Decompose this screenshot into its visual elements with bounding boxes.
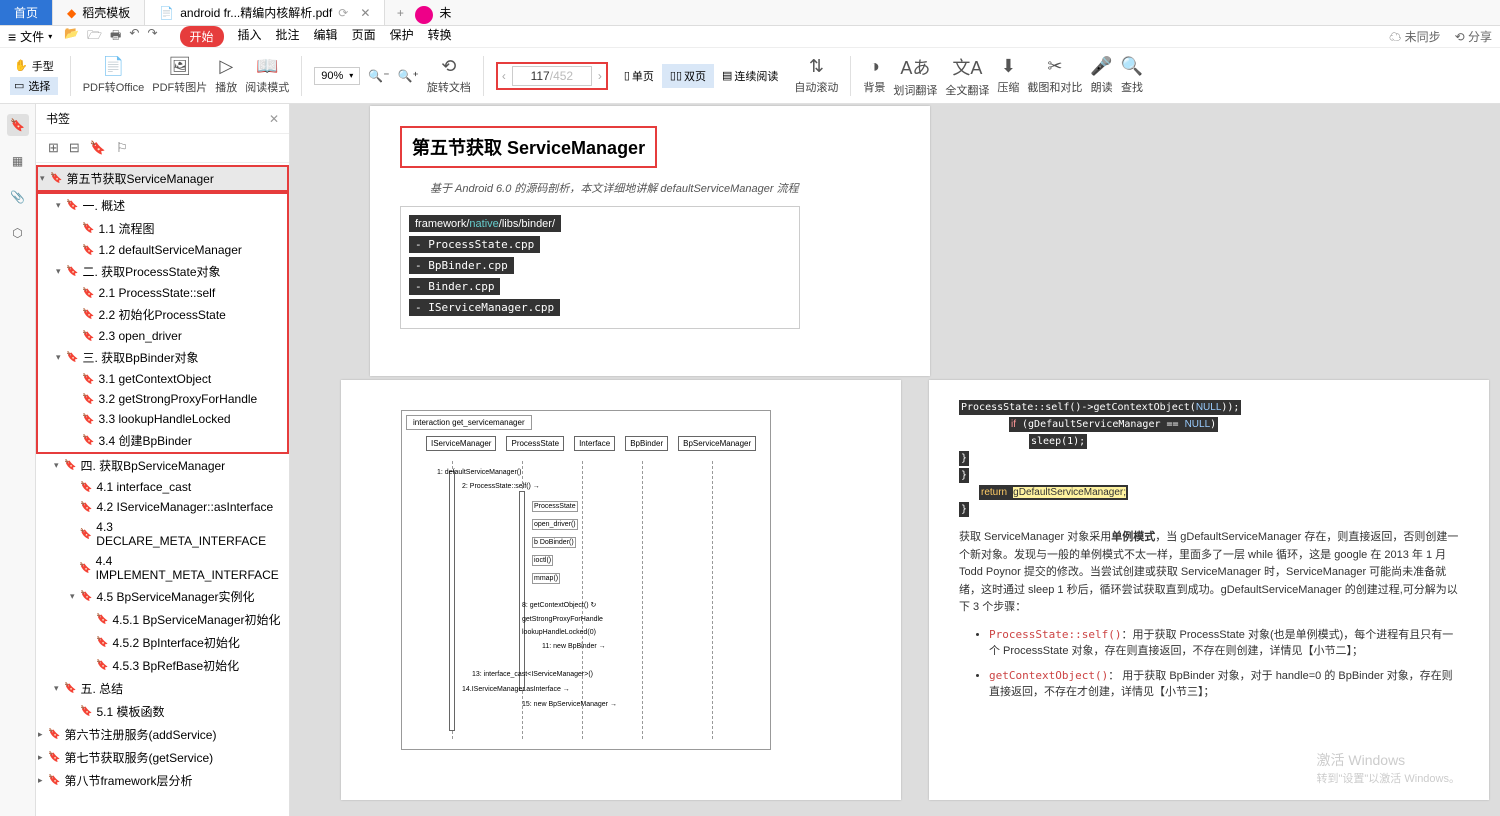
pdf2img[interactable]: 🖼PDF转图片 [152,56,207,95]
bookmark-item[interactable]: ▸🔖第八节framework层分析 [36,769,289,792]
subtitle: 基于 Android 6.0 的源码剖析，本文详细地讲解 defaultServ… [430,180,900,196]
pdf-page: interaction get_servicemanager IServiceM… [341,380,901,800]
pdf-page: ProcessState::self()->getContextObject(N… [929,380,1489,800]
bookmark-item[interactable]: 🔖4.5.3 BpRefBase初始化 [36,654,289,677]
list-item: getContextObject()： 用于获取 BpBinder 对象，对于 … [989,668,1459,701]
bookmark-item[interactable]: 🔖4.3 DECLARE_META_INTERFACE [36,517,289,551]
avatar[interactable] [415,6,433,24]
hand-tool[interactable]: ✋ 手型 [10,57,58,75]
file-menu[interactable]: 文件 [20,28,44,45]
bookmark-item[interactable]: ▾🔖三. 获取BpBinder对象 [38,346,287,369]
bookmark-icon[interactable]: 🔖 [7,114,29,136]
tab-template[interactable]: ◆稻壳模板 [53,0,145,25]
bookmark-item[interactable]: 🔖2.2 初始化ProcessState [38,303,287,326]
zoom-in-icon[interactable]: 🔍⁺ [398,69,419,83]
linetr[interactable]: Aあ划词翻译 [893,54,937,98]
autoscroll[interactable]: ⇅自动滚动 [794,56,838,95]
bookmark-item[interactable]: ▾🔖二. 获取ProcessState对象 [38,260,287,283]
readmode[interactable]: 📖阅读模式 [245,56,289,95]
section-title: 第五节获取 ServiceManager [400,126,657,168]
bg[interactable]: ◑背景 [863,56,885,95]
open-icon[interactable]: 📂 [64,26,79,47]
screenshot[interactable]: ✂截图和对比 [1027,56,1082,95]
collapse-all-icon[interactable]: ⊟ [69,140,80,156]
bookmark-add-icon[interactable]: 🔖 [90,140,106,156]
list-item: ProcessState::self()：用于获取 ProcessState 对… [989,627,1459,660]
bookmark-item[interactable]: 🔖3.1 getContextObject [38,369,287,389]
zoom-select[interactable]: 90%▾ [314,67,360,85]
bookmark-item[interactable]: 🔖1.1 流程图 [38,217,287,240]
bookmark-item[interactable]: 🔖2.3 open_driver [38,326,287,346]
bookmark-item[interactable]: ▸🔖第七节获取服务(getService) [36,746,289,769]
tab-pdf[interactable]: 📄android fr...精编内核解析.pdf⟳✕ [145,0,385,25]
bookmark-item[interactable]: 🔖4.4 IMPLEMENT_META_INTERFACE [36,551,289,585]
undo-icon[interactable]: ↶ [129,26,139,47]
bookmark-item[interactable]: 🔖3.4 创建BpBinder [38,429,287,452]
bookmark-item[interactable]: 🔖1.2 defaultServiceManager [38,240,287,260]
tab-home[interactable]: 首页 [0,0,53,25]
user-label: 未 [439,4,451,21]
menu-page[interactable]: 页面 [352,26,376,47]
bookmark-item[interactable]: ▾🔖一. 概述 [38,194,287,217]
bookmark-flag-icon[interactable]: ⚐ [116,140,128,156]
expand-all-icon[interactable]: ⊞ [48,140,59,156]
compress[interactable]: ⬇压缩 [997,56,1019,95]
bookmark-item[interactable]: ▾🔖五. 总结 [36,677,289,700]
bookmark-item[interactable]: 🔖4.5.2 BpInterface初始化 [36,631,289,654]
thumbnail-icon[interactable]: ▦ [7,150,29,172]
sequence-diagram: interaction get_servicemanager IServiceM… [401,410,771,750]
search[interactable]: 🔍查找 [1121,56,1143,95]
zoom-out-icon[interactable]: 🔍⁻ [368,69,389,83]
bookmark-item[interactable]: 🔖4.2 IServiceManager::asInterface [36,497,289,517]
readaloud[interactable]: 🎤朗读 [1090,56,1112,95]
view-double[interactable]: ▯▯双页 [662,64,714,88]
menu-annotate[interactable]: 批注 [276,26,300,47]
bookmark-item[interactable]: 🔖4.5.1 BpServiceManager初始化 [36,608,289,631]
prev-page-icon[interactable]: ‹ [502,69,506,83]
view-single[interactable]: ▯单页 [616,64,662,88]
watermark: 激活 Windows 转到"设置"以激活 Windows。 [1317,750,1461,786]
menu-icon[interactable]: ≡ [8,29,16,45]
bookmark-item[interactable]: 🔖5.1 模板函数 [36,700,289,723]
select-tool[interactable]: ▭ 选择 [10,77,58,95]
menu-edit[interactable]: 编辑 [314,26,338,47]
menu-convert[interactable]: 转换 [428,26,452,47]
outline-icon[interactable]: ⬡ [7,222,29,244]
folder-icon[interactable]: 🗁 [87,26,102,47]
pin-icon[interactable]: ⟳ [338,6,348,20]
attachment-icon[interactable]: 📎 [7,186,29,208]
close-panel-icon[interactable]: ✕ [269,112,279,126]
print-icon[interactable]: 🖶 [110,26,121,47]
bookmark-item[interactable]: 🔖3.3 lookupHandleLocked [38,409,287,429]
page-input[interactable]: 117/452 [512,66,592,86]
bookmark-item[interactable]: 🔖4.1 interface_cast [36,477,289,497]
fulltr[interactable]: 文A全文翻译 [945,54,989,98]
bookmark-item[interactable]: ▸🔖第六节注册服务(addService) [36,723,289,746]
menu-insert[interactable]: 插入 [238,26,262,47]
menu-start[interactable]: 开始 [180,26,224,47]
share[interactable]: ⟲ 分享 [1455,28,1492,45]
pdf-page: 第五节获取 ServiceManager 基于 Android 6.0 的源码剖… [370,106,930,376]
bookmark-item[interactable]: ▾🔖四. 获取BpServiceManager [36,454,289,477]
bookmark-item[interactable]: ▾🔖第五节获取ServiceManager [36,165,289,192]
rotate[interactable]: ⟲旋转文档 [427,56,471,95]
paragraph: 获取 ServiceManager 对象采用单例模式，当 gDefaultSer… [959,529,1459,617]
add-tab-button[interactable]: + [385,0,415,25]
panel-title: 书签 [46,110,269,127]
bookmark-item[interactable]: ▾🔖4.5 BpServiceManager实例化 [36,585,289,608]
menu-protect[interactable]: 保护 [390,26,414,47]
view-continuous[interactable]: ▤连续阅读 [714,64,786,88]
redo-icon[interactable]: ↷ [147,26,157,47]
next-page-icon[interactable]: › [598,69,602,83]
close-icon[interactable]: ✕ [360,6,370,20]
code-block: framework/native/libs/binder/ - ProcessS… [400,206,800,329]
bookmark-item[interactable]: 🔖2.1 ProcessState::self [38,283,287,303]
bookmark-item[interactable]: 🔖3.2 getStrongProxyForHandle [38,389,287,409]
play[interactable]: ▷播放 [215,56,237,95]
notsync[interactable]: ☁ 未同步 [1389,28,1440,45]
pdf2office[interactable]: 📄PDF转Office [83,56,145,95]
